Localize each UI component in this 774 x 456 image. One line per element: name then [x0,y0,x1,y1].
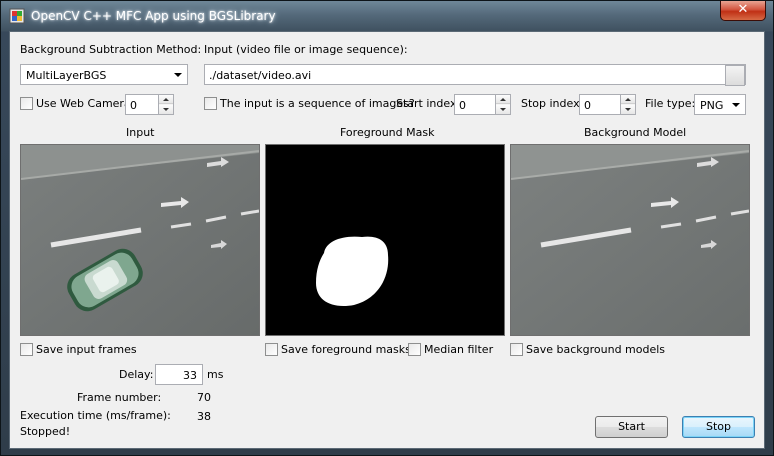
webcam-index-value: 0 [130,99,137,112]
delay-label: Delay: [119,368,154,381]
dialog-client-area: Background Subtraction Method: Input (vi… [9,31,765,449]
spin-down-icon[interactable] [159,105,173,114]
app-icon[interactable] [9,8,25,24]
save-input-checkbox[interactable] [20,343,33,356]
stop-button[interactable]: Stop [682,416,755,438]
start-index-value: 0 [459,99,466,112]
chevron-down-icon [174,73,182,77]
input-video-view [20,144,260,336]
delay-unit: ms [207,368,224,381]
start-button[interactable]: Start [595,416,668,438]
save-foreground-checkbox[interactable] [265,343,278,356]
window-title: OpenCV C++ MFC App using BGSLibrary [31,9,276,23]
method-label: Background Subtraction Method: [20,43,202,56]
app-window: OpenCV C++ MFC App using BGSLibrary ✕ Ba… [0,0,774,456]
status-text: Stopped! [20,425,71,438]
file-type-label: File type: [645,97,696,110]
input-frame-image [21,145,259,335]
delay-field[interactable]: 33 [155,364,203,385]
title-bar[interactable]: OpenCV C++ MFC App using BGSLibrary ✕ [1,1,773,31]
frame-number-value: 70 [197,391,211,404]
frame-number-label: Frame number: [77,391,162,404]
save-input-label: Save input frames [36,343,137,356]
background-model-view [510,144,750,336]
foreground-mask-image [266,145,504,335]
median-filter-checkbox[interactable] [408,343,421,356]
browse-button[interactable] [725,65,745,86]
start-index-label: Start index: [396,97,461,110]
save-background-checkbox[interactable] [510,343,523,356]
chevron-down-icon [732,103,740,107]
method-select[interactable]: MultiLayerBGS [20,64,188,85]
stop-index-field[interactable]: 0 [579,94,621,115]
foreground-panel-title: Foreground Mask [340,126,435,139]
spin-down-icon[interactable] [621,105,635,114]
webcam-index-spinner[interactable] [158,94,174,115]
delay-value: 33 [183,369,197,382]
background-frame-image [511,145,749,335]
spin-up-icon[interactable] [621,95,635,104]
close-button[interactable]: ✕ [720,1,766,21]
spin-down-icon[interactable] [496,105,510,114]
close-icon: ✕ [737,2,749,17]
webcam-checkbox[interactable] [20,97,33,110]
save-background-label: Save background models [526,343,666,356]
sequence-checkbox[interactable] [204,97,217,110]
input-path-field[interactable]: ./dataset/video.avi [204,64,746,85]
background-panel-title: Background Model [584,126,687,139]
foreground-mask-view [265,144,505,336]
webcam-index-field[interactable]: 0 [125,94,159,115]
spin-up-icon[interactable] [496,95,510,104]
input-panel-title: Input [126,126,155,139]
spin-up-icon[interactable] [159,95,173,104]
execution-time-value: 38 [197,410,211,423]
stop-index-value: 0 [584,99,591,112]
start-index-spinner[interactable] [495,94,511,115]
file-type-select[interactable]: PNG [694,94,746,115]
input-path-value: ./dataset/video.avi [209,69,312,82]
start-index-field[interactable]: 0 [454,94,496,115]
webcam-label: Use Web Camera [36,97,131,110]
sequence-label: The input is a sequence of images? [220,97,415,110]
stop-index-label: Stop index: [521,97,584,110]
execution-time-label: Execution time (ms/frame): [20,409,171,422]
file-type-value: PNG [700,99,724,112]
input-label: Input (video file or image sequence): [204,43,408,56]
method-select-value: MultiLayerBGS [26,69,107,82]
save-foreground-label: Save foreground masks [281,343,411,356]
stop-index-spinner[interactable] [620,94,636,115]
median-filter-label: Median filter [424,343,494,356]
